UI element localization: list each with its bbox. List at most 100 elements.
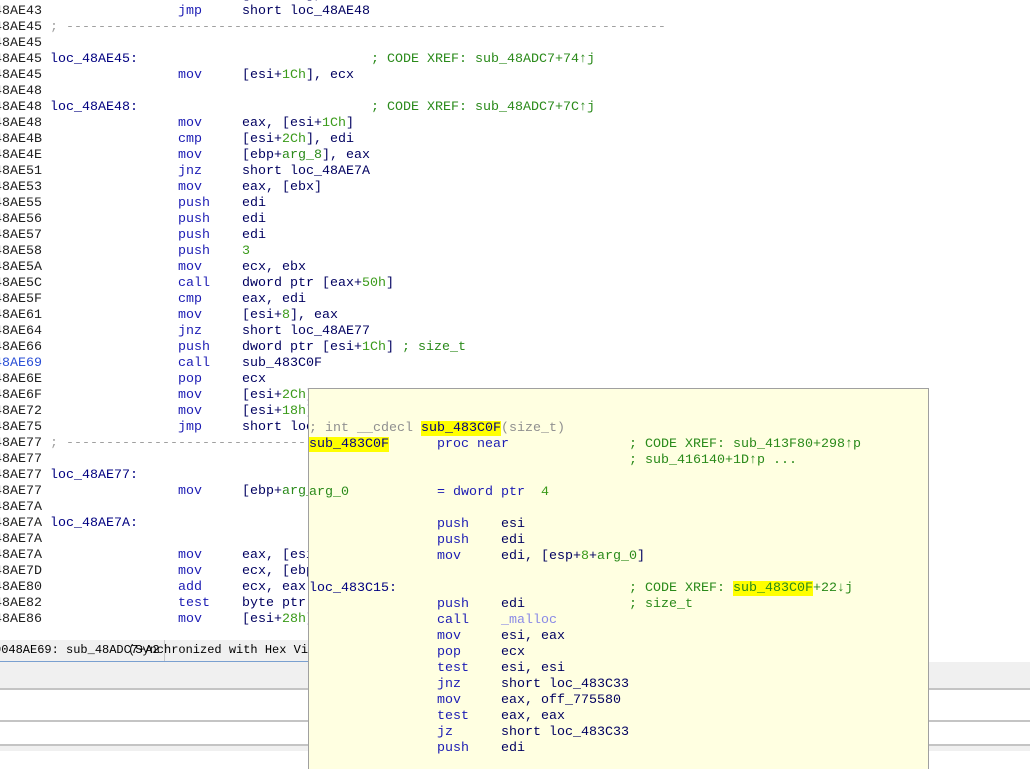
instruction-operands[interactable]: eax, [esi+1Ch] (242, 116, 354, 132)
line-address[interactable]: 48AE7D (0, 564, 42, 580)
instruction-mnemonic: mov (178, 260, 202, 275)
listing-line[interactable]: 48AE53 mov eax, [ebx] (0, 180, 1030, 196)
tooltip-mnemonic: push (437, 597, 469, 612)
operand-token: ecx, ebx (242, 260, 306, 275)
instruction-operands[interactable]: short loc_48AE48 (242, 4, 370, 20)
instruction-operands[interactable]: edi (242, 228, 266, 244)
code-label[interactable]: loc_48AE48: (50, 100, 138, 116)
instruction-operands[interactable]: dword ptr [eax+50h] (242, 276, 394, 292)
listing-line[interactable]: 48AE69 call sub_483C0F (0, 356, 1030, 372)
line-address[interactable]: 48AE77 (0, 452, 42, 468)
listing-line[interactable]: 48AE64 jnz short loc_48AE77 (0, 324, 1030, 340)
line-address[interactable]: 48AE56 (0, 212, 42, 228)
line-address[interactable]: 48AE7A (0, 500, 42, 516)
code-label[interactable]: loc_48AE45: (50, 52, 138, 68)
line-address[interactable]: 48AE45 (0, 68, 42, 84)
listing-line[interactable]: 48AE45 (0, 36, 1030, 52)
listing-line[interactable]: 48AE45 mov [esi+1Ch], ecx (0, 68, 1030, 84)
instruction-operands[interactable]: [esi+2Ch], edi (242, 132, 354, 148)
xref-comment[interactable]: ; CODE XREF: sub_48ADC7+7C↑j (371, 100, 595, 116)
instruction-operands[interactable]: short loc_48AE7A (242, 164, 370, 180)
listing-line[interactable]: 48AE45 loc_48AE45: ; CODE XREF: sub_48ADC7… (0, 52, 1030, 68)
instruction-operands[interactable]: eax, edi (242, 292, 306, 308)
line-address[interactable]: 48AE77 (0, 436, 42, 452)
instruction-operands[interactable]: short loc_48AE77 (242, 324, 370, 340)
code-label[interactable]: loc_48AE7A: (50, 516, 138, 532)
listing-line[interactable]: 48AE56 push edi (0, 212, 1030, 228)
instruction-operands[interactable]: sub_483C0F (242, 356, 322, 372)
listing-line[interactable]: 48AE4B cmp [esi+2Ch], edi (0, 132, 1030, 148)
instruction-operands[interactable]: [esi+8], eax (242, 308, 338, 324)
listing-line[interactable]: 48AE5F cmp eax, edi (0, 292, 1030, 308)
line-address[interactable]: 48AE61 (0, 308, 42, 324)
instruction-operands[interactable]: ecx, eax (242, 580, 306, 596)
line-address[interactable]: 48AE7A (0, 516, 42, 532)
operand-token: edi (501, 741, 525, 756)
code-label[interactable]: loc_48AE77: (50, 468, 138, 484)
line-address[interactable]: 48AE7A (0, 532, 42, 548)
line-address[interactable]: 48AE5F (0, 292, 42, 308)
tooltip-line: call _malloc (309, 613, 928, 629)
instruction-operands[interactable]: dword ptr [esi+1Ch] ; size_t (242, 340, 466, 356)
listing-line[interactable]: 48AE48 loc_48AE48: ; CODE XREF: sub_48ADC7… (0, 100, 1030, 116)
listing-line[interactable]: 48AE51 jnz short loc_48AE7A (0, 164, 1030, 180)
line-address[interactable]: 48AE48 (0, 100, 42, 116)
instruction-operands[interactable]: edi (242, 196, 266, 212)
operand-token: ], eax (322, 148, 370, 163)
line-address[interactable]: 48AE82 (0, 596, 42, 612)
line-address[interactable]: 48AE66 (0, 340, 42, 356)
line-address[interactable]: 48AE80 (0, 580, 42, 596)
line-address[interactable]: 48AE75 (0, 420, 42, 436)
line-address[interactable]: 48AE53 (0, 180, 42, 196)
listing-line[interactable]: 48AE45 ; --------------------------------… (0, 20, 1030, 36)
instruction-operands[interactable]: [esi+1Ch], ecx (242, 68, 354, 84)
listing-line[interactable]: 48AE66 push dword ptr [esi+1Ch] ; size_t (0, 340, 1030, 356)
line-address[interactable]: 48AE77 (0, 468, 42, 484)
line-address[interactable]: 48AE69 (0, 356, 42, 372)
line-address[interactable]: 48AE64 (0, 324, 42, 340)
instruction-mnemonic: test (178, 596, 210, 611)
line-address[interactable]: 48AE58 (0, 244, 42, 260)
instruction-operands[interactable]: ecx (242, 372, 266, 388)
line-address[interactable]: 48AE6E (0, 372, 42, 388)
line-address[interactable]: 48AE4B (0, 132, 42, 148)
listing-line[interactable]: 48AE4E mov [ebp+arg_8], eax (0, 148, 1030, 164)
instruction-operands[interactable]: eax, [ebx] (242, 180, 322, 196)
listing-line[interactable]: 48AE55 push edi (0, 196, 1030, 212)
tooltip-label: ; int __cdecl sub_483C0F(size_t) (309, 421, 565, 437)
line-address[interactable]: 48AE48 (0, 116, 42, 132)
listing-line[interactable]: 48AE58 push 3 (0, 244, 1030, 260)
line-address[interactable]: 48AE86 (0, 612, 42, 628)
operand-token: ; size_t (401, 340, 466, 355)
line-address[interactable]: 48AE7A (0, 548, 42, 564)
instruction-mnemonic: jmp (178, 420, 202, 435)
listing-line[interactable]: 48AE48 (0, 84, 1030, 100)
tooltip-line: test esi, esi (309, 661, 928, 677)
line-address[interactable]: 48AE57 (0, 228, 42, 244)
line-address[interactable]: 48AE45 (0, 20, 42, 36)
line-address[interactable]: 48AE45 (0, 52, 42, 68)
listing-line[interactable]: 48AE48 mov eax, [esi+1Ch] (0, 116, 1030, 132)
listing-line[interactable]: 48AE57 push edi (0, 228, 1030, 244)
line-address[interactable]: 48AE5A (0, 260, 42, 276)
line-address[interactable]: 48AE77 (0, 484, 42, 500)
line-address[interactable]: 48AE55 (0, 196, 42, 212)
line-address[interactable]: 48AE45 (0, 36, 42, 52)
listing-line[interactable]: 48AE61 mov [esi+8], eax (0, 308, 1030, 324)
instruction-operands[interactable]: ecx, ebx (242, 260, 306, 276)
line-address[interactable]: 48AE4E (0, 148, 42, 164)
instruction-operands[interactable]: 3 (242, 244, 250, 260)
line-address[interactable]: 48AE6F (0, 388, 42, 404)
line-address[interactable]: 48AE72 (0, 404, 42, 420)
line-address[interactable]: 48AE5C (0, 276, 42, 292)
listing-line[interactable]: 48AE6E pop ecx (0, 372, 1030, 388)
listing-line[interactable]: 48AE5C call dword ptr [eax+50h] (0, 276, 1030, 292)
listing-line[interactable]: 48AE43 jmp short loc_48AE48 (0, 4, 1030, 20)
line-address[interactable]: 48AE48 (0, 84, 42, 100)
line-address[interactable]: 48AE51 (0, 164, 42, 180)
xref-comment[interactable]: ; CODE XREF: sub_48ADC7+74↑j (371, 52, 595, 68)
listing-line[interactable]: 48AE5A mov ecx, ebx (0, 260, 1030, 276)
instruction-operands[interactable]: [ebp+arg_8], eax (242, 148, 370, 164)
line-address[interactable]: 48AE43 (0, 4, 42, 20)
instruction-operands[interactable]: edi (242, 212, 266, 228)
